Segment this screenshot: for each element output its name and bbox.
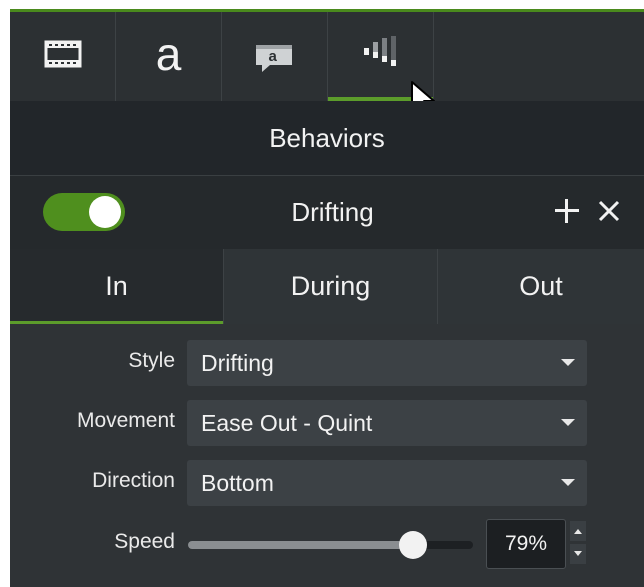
tab-out[interactable]: Out [438,249,644,324]
plus-icon [553,197,581,230]
tab-out-label: Out [519,271,563,301]
behavior-enable-toggle[interactable] [43,193,125,231]
speed-value: 79% [504,532,548,555]
annotation-text-icon: a [155,27,182,80]
toggle-knob [89,196,121,228]
movement-label: Movement [76,409,175,432]
remove-behavior-button[interactable] [592,196,626,230]
speed-label: Speed [114,530,175,553]
film-strip-icon [44,39,82,74]
speed-slider-fill [188,541,414,549]
properties-panel: a a Behaviors Drifting In During Out Sty… [10,12,644,587]
direction-label: Direction [92,469,175,492]
tab-during[interactable]: During [224,249,438,324]
tab-visual-properties[interactable] [10,12,116,101]
section-title: Behaviors [10,101,644,176]
direction-dropdown[interactable]: Bottom [187,460,587,506]
window-top-strip [0,0,644,12]
chevron-down-icon [561,359,575,366]
speed-increment-button[interactable] [570,521,586,541]
style-value: Drifting [201,350,274,376]
chevron-down-icon [573,545,583,563]
speed-slider-handle[interactable] [399,531,428,559]
style-label: Style [128,349,175,372]
chevron-down-icon [561,479,575,486]
movement-dropdown[interactable]: Ease Out - Quint [187,400,587,446]
behavior-name: Drifting [291,197,374,227]
add-behavior-button[interactable] [550,196,584,230]
tab-annotation-properties[interactable]: a [116,12,222,101]
behavior-row: Drifting [10,176,644,249]
behaviors-icon [361,36,401,77]
tab-in[interactable]: In [10,249,224,324]
speed-input[interactable]: 79% [486,519,566,569]
tab-callout-properties[interactable]: a [222,12,328,101]
tab-during-label: During [290,271,371,301]
tab-in-label: In [105,271,128,301]
close-icon [597,199,621,228]
callout-bubble-icon: a [252,39,298,75]
active-phase-indicator [10,321,223,324]
callout-bubble-letter: a [268,47,277,65]
chevron-down-icon [561,419,575,426]
panel-toolbar: a a [10,12,644,116]
phase-tabs: In During Out [10,249,644,324]
style-dropdown[interactable]: Drifting [187,340,587,386]
speed-decrement-button[interactable] [570,544,586,564]
direction-value: Bottom [201,470,274,496]
chevron-up-icon [573,522,583,540]
movement-value: Ease Out - Quint [201,410,373,436]
speed-slider[interactable] [188,531,473,559]
